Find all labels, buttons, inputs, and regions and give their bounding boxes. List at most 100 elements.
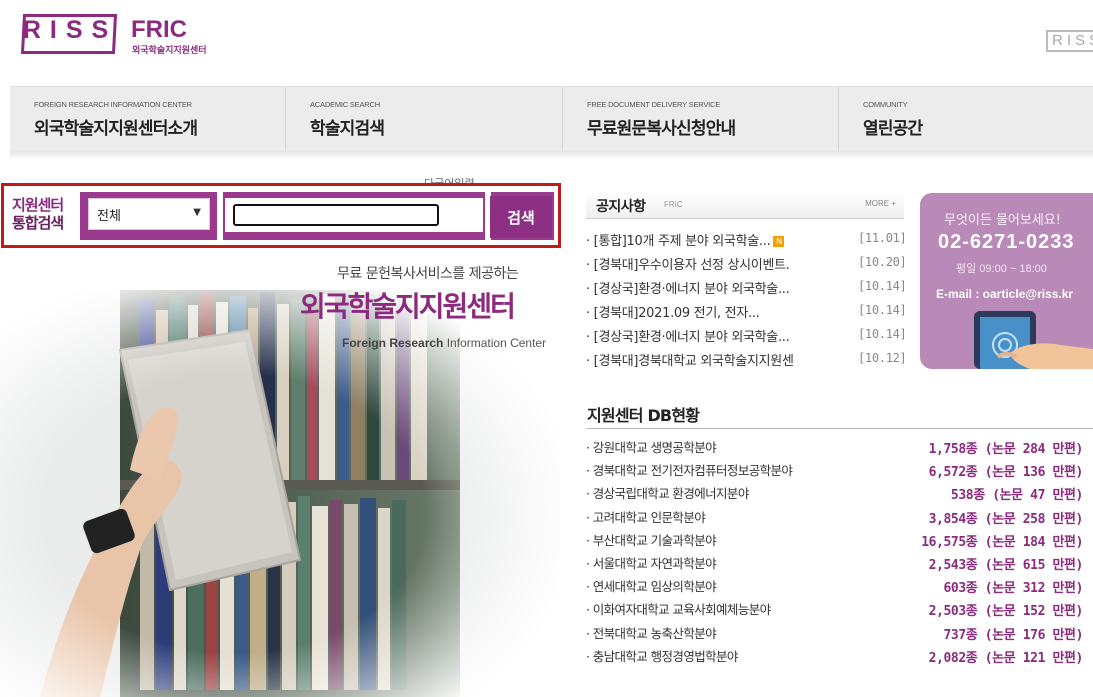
integrated-search-box: 지원센터 통합검색 전체 ▼ 검색: [1, 183, 561, 248]
fric-logo[interactable]: FRIC: [131, 16, 187, 44]
search-scope-select[interactable]: 전체 ▼: [88, 198, 210, 230]
list-item[interactable]: · 경북대학교 전기전자컴퓨터정보공학분야 6,572종 (논문 136 만편): [584, 459, 1093, 482]
nav-item-label: 학술지검색: [310, 119, 385, 139]
db-item-count: 737종 (논문 176 만편): [943, 627, 1084, 643]
db-item-name-text: 이화여자대학교 교육사회예체능분야: [592, 602, 771, 618]
hero-title: 외국학술지지원센터: [300, 290, 516, 323]
search-button[interactable]: 검색: [490, 196, 552, 238]
list-item[interactable]: · 충남대학교 행정경영법학분야 2,082종 (논문 121 만편): [584, 645, 1093, 668]
search-label: 지원센터 통합검색: [12, 196, 64, 232]
hero-english-bold: Foreign Research: [342, 336, 444, 350]
help-email: E-mail : oarticle@riss.kr: [936, 287, 1074, 301]
notice-item-date: [10.12]: [858, 351, 907, 365]
db-item-name-text: 경북대학교 전기전자컴퓨터정보공학분야: [592, 463, 793, 479]
list-item[interactable]: · [경북대]2021.09 전기, 전자... [10.14]: [584, 300, 907, 324]
db-item-count: 2,082종 (논문 121 만편): [928, 650, 1084, 666]
divider: [217, 192, 223, 240]
notice-item-date: [10.14]: [858, 303, 907, 317]
nav-item-label: 외국학술지지원센터소개: [34, 119, 198, 139]
db-item-name: · 부산대학교 기술과학분야: [586, 532, 717, 548]
notice-item-title: · [경상국]환경·에너지 분야 외국학술...: [586, 282, 790, 297]
notice-item-title: · [통합]10개 주제 분야 외국학술... N: [586, 230, 840, 249]
list-item[interactable]: · 고려대학교 인문학분야 3,854종 (논문 258 만편): [584, 506, 1093, 529]
list-item[interactable]: · 연세대학교 임상의학분야 603종 (논문 312 만편): [584, 575, 1093, 598]
notice-item-title: · [경북대]2021.09 전기, 전자...: [586, 306, 760, 321]
search-controls: 전체 ▼ 검색: [80, 192, 554, 240]
notice-header: 공지사항 FRIC MORE +: [586, 192, 904, 219]
db-item-count: 1,758종 (논문 284 만편): [928, 442, 1084, 457]
list-item[interactable]: · [경상국]환경·에너지 분야 외국학술... [10.14]: [584, 276, 907, 300]
db-status-list: · 강원대학교 생명공학분야 1,758종 (논문 284 만편) · 경북대학교…: [584, 436, 1093, 668]
nav-item-en-label: ACADEMIC SEARCH: [310, 100, 380, 109]
db-item-count: 16,575종 (논문 184 만편): [921, 534, 1083, 550]
divider: [586, 428, 1093, 429]
notice-item-date: [10.14]: [858, 327, 907, 341]
db-item-name: · 연세대학교 임상의학분야: [586, 579, 717, 595]
notice-item-date: [11.01]: [858, 231, 907, 245]
riss-corner-logo[interactable]: RISS: [1046, 30, 1093, 52]
db-item-name: · 충남대학교 행정경영법학분야: [586, 648, 739, 664]
db-item-name-text: 고려대학교 인문학분야: [592, 509, 706, 525]
notice-item-text: [경북대]경북대학교 외국학술지지원센: [593, 354, 794, 369]
riss-logo[interactable]: RISS: [20, 14, 118, 54]
db-item-name: · 경상국립대학교 환경에너지분야: [586, 486, 749, 502]
list-item[interactable]: · 경상국립대학교 환경에너지분야 538종 (논문 47 만편): [584, 482, 1093, 505]
search-scope-value: 전체: [97, 209, 121, 224]
search-label-line1: 지원센터: [12, 196, 64, 214]
db-item-name: · 이화여자대학교 교육사회예체능분야: [586, 602, 771, 618]
search-input[interactable]: [233, 204, 439, 226]
notice-item-title: · [경상국]환경·에너지 분야 외국학술...: [586, 330, 790, 345]
riss-logo-text: RISS: [22, 16, 118, 44]
list-item[interactable]: · 전북대학교 농축산학분야 737종 (논문 176 만편): [584, 622, 1093, 645]
nav-item-about[interactable]: FOREIGN RESEARCH INFORMATION CENTER 외국학술…: [10, 87, 286, 151]
db-item-count: 2,503종 (논문 152 만편): [928, 604, 1084, 620]
notice-item-title: · [경북대]우수이용자 선정 상시이벤트.: [586, 258, 790, 273]
notice-item-text: [통합]10개 주제 분야 외국학술...: [593, 234, 771, 249]
nav-item-delivery[interactable]: FREE DOCUMENT DELIVERY SERVICE 무료원문복사신청안…: [563, 87, 839, 151]
notice-item-date: [10.20]: [858, 255, 907, 269]
db-item-count: 603종 (논문 312 만편): [943, 581, 1084, 597]
db-item-count: 6,572종 (논문 136 만편): [928, 465, 1084, 481]
db-item-name: · 고려대학교 인문학분야: [586, 509, 706, 525]
db-item-name: · 경북대학교 전기전자컴퓨터정보공학분야: [586, 463, 793, 479]
list-item[interactable]: · 서울대학교 자연과학분야 2,543종 (논문 615 만편): [584, 552, 1093, 575]
nav-item-community[interactable]: COMMUNITY 열린공간: [839, 87, 1093, 151]
list-item[interactable]: · [통합]10개 주제 분야 외국학술... N [11.01]: [584, 228, 907, 252]
hero-english-title: Foreign Research Information Center: [342, 336, 546, 350]
list-item[interactable]: · [경북대]우수이용자 선정 상시이벤트. [10.20]: [584, 252, 907, 276]
db-item-count: 3,854종 (논문 258 만편): [928, 511, 1084, 527]
notice-item-text: [경상국]환경·에너지 분야 외국학술...: [593, 330, 790, 345]
notice-title: 공지사항: [596, 199, 646, 215]
notice-subtitle: FRIC: [664, 200, 683, 209]
help-contact-box[interactable]: 무엇이든 물어보세요! 02-6271-0233 평일 09:00 ~ 18:0…: [920, 193, 1093, 369]
notice-item-text: [경북대]우수이용자 선정 상시이벤트.: [593, 258, 790, 273]
list-item[interactable]: · [경상국]환경·에너지 분야 외국학술... [10.14]: [584, 324, 907, 348]
db-item-name-text: 연세대학교 임상의학분야: [592, 579, 717, 595]
nav-item-en-label: FOREIGN RESEARCH INFORMATION CENTER: [34, 100, 192, 109]
db-item-name-text: 전북대학교 농축산학분야: [592, 625, 717, 641]
nav-item-search[interactable]: ACADEMIC SEARCH 학술지검색: [286, 87, 563, 151]
notice-more-link[interactable]: MORE +: [865, 199, 896, 208]
main-nav: FOREIGN RESEARCH INFORMATION CENTER 외국학술…: [10, 86, 1093, 152]
search-label-line2: 통합검색: [12, 214, 64, 232]
db-item-name: · 전북대학교 농축산학분야: [586, 625, 717, 641]
nav-item-label: 열린공간: [863, 119, 923, 139]
nav-shadow: [10, 151, 1093, 159]
db-item-name-text: 충남대학교 행정경영법학분야: [592, 648, 739, 664]
nav-item-en-label: COMMUNITY: [863, 100, 908, 109]
hero-tagline: 무료 문헌복사서비스를 제공하는: [337, 266, 519, 282]
db-item-name: · 서울대학교 자연과학분야: [586, 555, 717, 571]
fric-logo-subtitle: 외국학술지지원센터: [132, 46, 207, 56]
hero-english-rest: Information Center: [443, 336, 547, 350]
list-item[interactable]: · 부산대학교 기술과학분야 16,575종 (논문 184 만편): [584, 529, 1093, 552]
list-item[interactable]: · 강원대학교 생명공학분야 1,758종 (논문 284 만편): [584, 436, 1093, 459]
nav-item-en-label: FREE DOCUMENT DELIVERY SERVICE: [587, 100, 721, 109]
list-item[interactable]: · 이화여자대학교 교육사회예체능분야 2,503종 (논문 152 만편): [584, 598, 1093, 621]
list-item[interactable]: · [경북대]경북대학교 외국학술지지원센 [10.12]: [584, 348, 907, 372]
notice-item-date: [10.14]: [858, 279, 907, 293]
search-input-wrapper: [225, 198, 483, 232]
db-item-name-text: 강원대학교 생명공학분야: [592, 440, 717, 455]
db-item-count: 538종 (논문 47 만편): [950, 488, 1083, 504]
help-hours: 평일 09:00 ~ 18:00: [956, 263, 1047, 275]
db-item-count: 2,543종 (논문 615 만편): [928, 557, 1084, 573]
